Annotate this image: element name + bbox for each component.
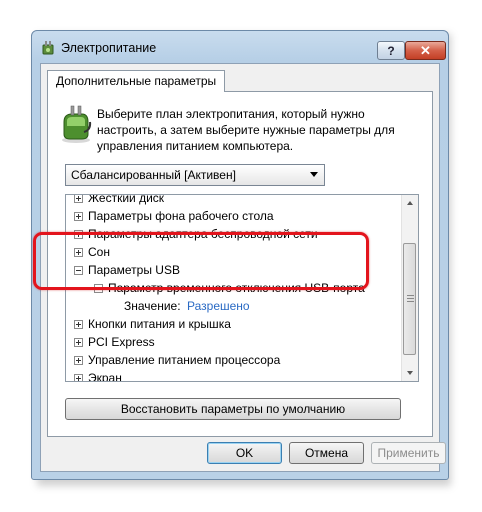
plan-description: Выберите план электропитания, который ну… (97, 107, 395, 153)
ok-button[interactable]: OK (207, 442, 282, 464)
chevron-down-icon (310, 172, 318, 177)
scrollbar-thumb[interactable] (403, 243, 416, 355)
expand-plus-icon[interactable] (74, 356, 83, 365)
expand-plus-icon[interactable] (74, 320, 83, 329)
cancel-button[interactable]: Отмена (289, 442, 364, 464)
battery-plug-icon (62, 105, 92, 143)
tree-scrollbar[interactable] (401, 195, 418, 381)
usb-settings-highlight-frame (33, 232, 369, 290)
apply-button[interactable]: Применить (371, 442, 446, 464)
restore-defaults-button[interactable]: Восстановить параметры по умолчанию (65, 398, 401, 420)
tab-advanced-settings[interactable]: Дополнительные параметры (47, 70, 226, 92)
title-bar[interactable]: Электропитание ? ✕ (32, 31, 448, 63)
scroll-down-arrow-icon[interactable] (402, 365, 418, 381)
close-button[interactable]: ✕ (405, 41, 446, 60)
scroll-up-arrow-icon[interactable] (402, 195, 418, 211)
power-plan-select[interactable]: Сбалансированный [Активен] (65, 164, 325, 186)
setting-value-link[interactable]: Разрешено (187, 298, 250, 314)
expand-plus-icon[interactable] (74, 212, 83, 221)
expand-plus-icon[interactable] (74, 338, 83, 347)
expand-plus-icon[interactable] (74, 195, 83, 203)
window-title: Электропитание (61, 41, 157, 55)
power-plan-value: Сбалансированный [Активен] (71, 168, 236, 182)
power-options-icon (42, 41, 54, 55)
help-button[interactable]: ? (377, 41, 405, 60)
expand-plus-icon[interactable] (74, 374, 83, 381)
